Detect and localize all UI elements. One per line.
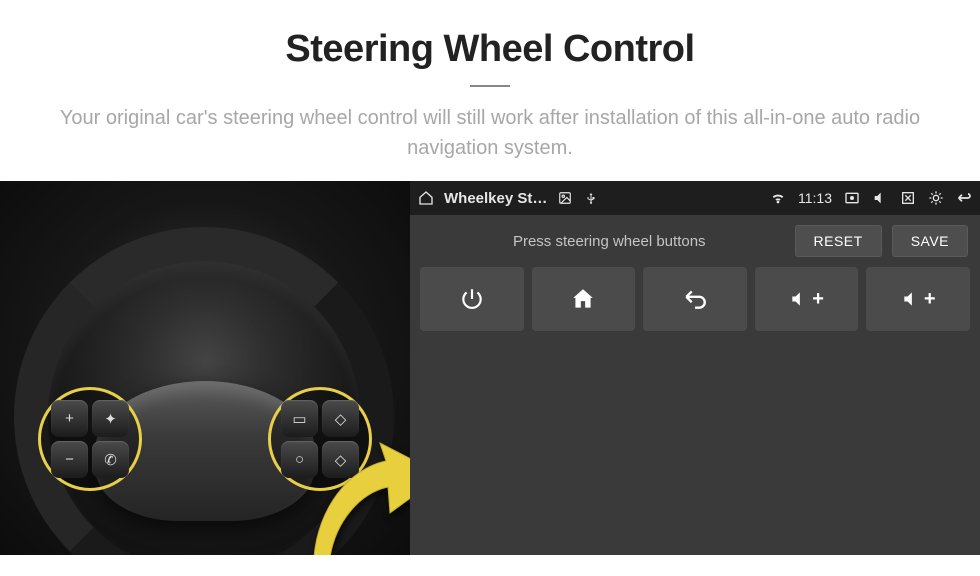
home-tile[interactable] bbox=[532, 267, 636, 331]
title-divider bbox=[470, 85, 510, 87]
main-panel: + ✦ − ✆ ▭ ◇ ○ ◇ Whe bbox=[0, 181, 980, 555]
mute-icon[interactable] bbox=[872, 190, 888, 206]
usb-icon bbox=[583, 190, 599, 206]
status-bar: Wheelkey St… 11:13 bbox=[410, 181, 980, 215]
volume-up-tile-1[interactable]: + bbox=[755, 267, 859, 331]
head-unit-screen: Wheelkey St… 11:13 bbox=[410, 181, 980, 555]
volume-up-icon: + bbox=[901, 288, 936, 311]
pad-up-button: ◇ bbox=[322, 400, 359, 437]
left-button-cluster: + ✦ − ✆ bbox=[38, 387, 142, 491]
arrow-icon bbox=[308, 439, 410, 555]
power-icon bbox=[459, 286, 485, 312]
function-tiles: + + bbox=[410, 267, 980, 331]
undo-tile[interactable] bbox=[643, 267, 747, 331]
reset-button[interactable]: RESET bbox=[795, 225, 882, 257]
save-button[interactable]: SAVE bbox=[892, 225, 968, 257]
pad-plus-button: + bbox=[51, 400, 88, 437]
volume-up-tile-2[interactable]: + bbox=[866, 267, 970, 331]
steering-wheel-image: + ✦ − ✆ ▭ ◇ ○ ◇ bbox=[0, 181, 410, 555]
pad-voice-button: ✦ bbox=[92, 400, 129, 437]
pad-phone-button: ✆ bbox=[92, 441, 129, 478]
home-icon bbox=[570, 286, 596, 312]
undo-icon bbox=[681, 286, 709, 312]
power-tile[interactable] bbox=[420, 267, 524, 331]
close-icon[interactable] bbox=[900, 190, 916, 206]
pad-menu-button: ▭ bbox=[281, 400, 318, 437]
toolbar-prompt: Press steering wheel buttons bbox=[434, 233, 785, 250]
volume-up-icon: + bbox=[789, 288, 824, 311]
back-icon[interactable] bbox=[956, 190, 972, 206]
brightness-icon[interactable] bbox=[928, 190, 944, 206]
image-icon bbox=[557, 190, 573, 206]
toolbar: Press steering wheel buttons RESET SAVE bbox=[410, 215, 980, 267]
status-time: 11:13 bbox=[798, 190, 832, 206]
header: Steering Wheel Control Your original car… bbox=[0, 0, 980, 181]
wifi-icon bbox=[770, 190, 786, 206]
app-title: Wheelkey St… bbox=[444, 190, 547, 207]
screenshot-icon[interactable] bbox=[844, 190, 860, 206]
home-icon[interactable] bbox=[418, 190, 434, 206]
pad-minus-button: − bbox=[51, 441, 88, 478]
page-subtitle: Your original car's steering wheel contr… bbox=[40, 103, 940, 163]
page-title: Steering Wheel Control bbox=[40, 28, 940, 71]
